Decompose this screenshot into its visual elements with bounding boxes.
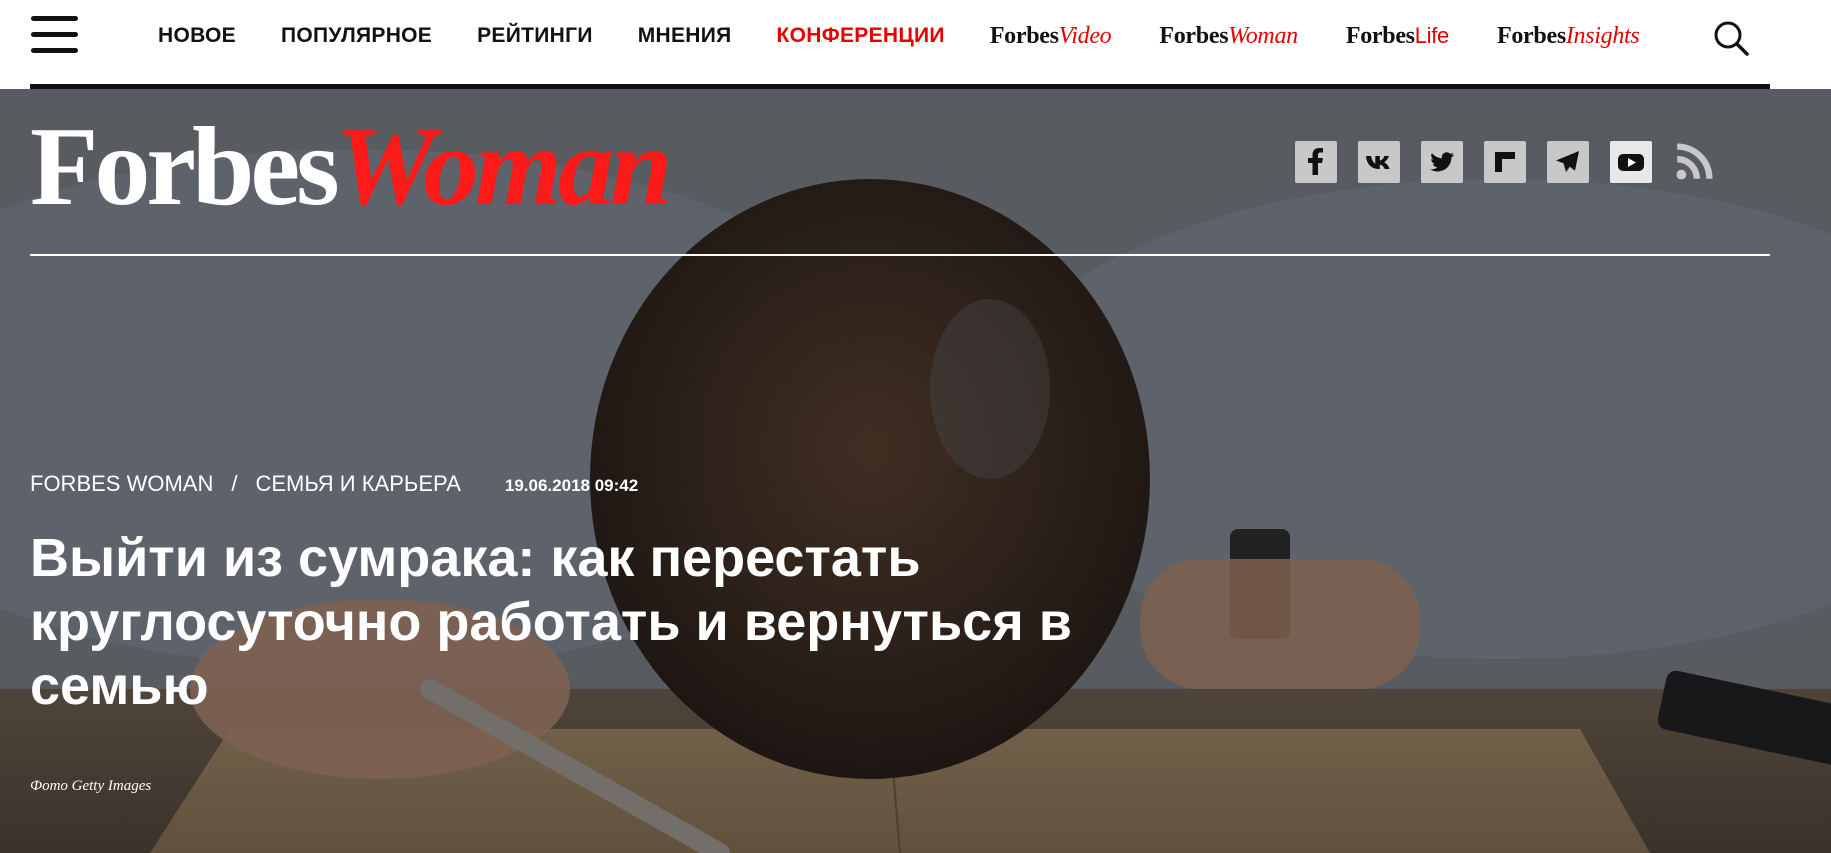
header-divider xyxy=(30,254,1770,256)
breadcrumb: FORBES WOMAN / СЕМЬЯ И КАРЬЕРА 19.06.201… xyxy=(30,471,638,497)
breadcrumb-forbes-woman[interactable]: FORBES WOMAN xyxy=(30,471,213,497)
breadcrumb-separator: / xyxy=(231,471,238,496)
flipboard-icon[interactable] xyxy=(1484,141,1526,183)
nav-link-new[interactable]: НОВОЕ xyxy=(158,24,236,48)
brand-suffix: Life xyxy=(1414,22,1450,48)
brand-prefix: Forbes xyxy=(1497,22,1566,49)
brand-suffix: Insights xyxy=(1565,22,1640,49)
twitter-icon[interactable] xyxy=(1421,141,1463,183)
nav-link-popular[interactable]: ПОПУЛЯРНОЕ xyxy=(281,24,432,48)
brand-suffix: Video xyxy=(1058,22,1112,49)
social-links xyxy=(1295,141,1736,183)
brand-prefix: Forbes xyxy=(989,22,1059,49)
nav-link-conferences[interactable]: КОНФЕРЕНЦИИ xyxy=(777,24,945,48)
brand-suffix: Woman xyxy=(1228,22,1298,49)
main-menu: НОВОЕ ПОПУЛЯРНОЕ РЕЙТИНГИ МНЕНИЯ КОНФЕРЕ… xyxy=(158,0,1687,72)
nav-brand-forbes-woman[interactable]: ForbesWoman xyxy=(1159,22,1298,50)
photo-credit: Фото Getty Images xyxy=(30,778,152,794)
top-navigation: НОВОЕ ПОПУЛЯРНОЕ РЕЙТИНГИ МНЕНИЯ КОНФЕРЕ… xyxy=(0,0,1831,84)
youtube-icon[interactable] xyxy=(1610,141,1652,183)
breadcrumb-family-career[interactable]: СЕМЬЯ И КАРЬЕРА xyxy=(255,471,460,497)
brand-prefix: Forbes xyxy=(1159,22,1229,49)
nav-brand-forbes-insights[interactable]: ForbesInsights xyxy=(1497,22,1640,50)
article-title: Выйти из сумрака: как перестать круглосу… xyxy=(30,528,1072,716)
article-hero: ForbesWoman FORBES WOMAN / СЕМЬЯ И КАРЬЕ… xyxy=(0,89,1831,853)
facebook-icon[interactable] xyxy=(1295,141,1337,183)
nav-link-ratings[interactable]: РЕЙТИНГИ xyxy=(477,24,593,48)
forbes-woman-logo[interactable]: ForbesWoman xyxy=(30,111,672,223)
nav-brand-forbes-video[interactable]: ForbesVideo xyxy=(990,23,1112,50)
rss-icon[interactable] xyxy=(1673,141,1715,183)
search-icon[interactable] xyxy=(1712,19,1750,57)
nav-link-opinions[interactable]: МНЕНИЯ xyxy=(638,24,732,48)
menu-icon[interactable] xyxy=(31,16,78,54)
vk-icon[interactable] xyxy=(1358,141,1400,183)
publish-date: 19.06.2018 09:42 xyxy=(504,476,639,495)
logo-forbes: Forbes xyxy=(30,105,340,229)
logo-woman: Woman xyxy=(335,105,673,229)
brand-prefix: Forbes xyxy=(1345,22,1415,49)
nav-brand-forbes-life[interactable]: ForbesLife xyxy=(1346,23,1449,50)
telegram-icon[interactable] xyxy=(1547,141,1589,183)
